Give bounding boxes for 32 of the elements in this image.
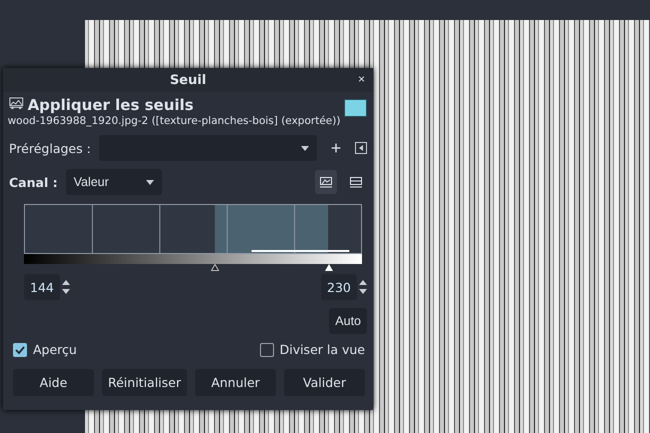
- checkbox-label: Diviser la vue: [280, 342, 365, 357]
- checkbox-label: Aperçu: [33, 342, 77, 357]
- auto-button[interactable]: Auto: [329, 308, 367, 334]
- window-title: Seuil: [170, 72, 206, 88]
- checkbox[interactable]: [260, 342, 274, 356]
- menu-icon[interactable]: [355, 142, 367, 154]
- color-swatch: [344, 99, 367, 117]
- add-preset-button[interactable]: +: [325, 136, 347, 160]
- increment-icon[interactable]: [62, 280, 70, 285]
- dialog-button[interactable]: Aide: [13, 369, 94, 396]
- dialog-button[interactable]: Valider: [284, 369, 365, 396]
- decrement-icon[interactable]: [359, 289, 367, 294]
- presets-label: Préréglages :: [9, 140, 91, 156]
- checkbox[interactable]: [13, 342, 27, 356]
- high-threshold-field[interactable]: 230: [321, 274, 357, 300]
- channel-dropdown[interactable]: Valeur: [66, 169, 162, 195]
- linear-histogram-icon: [320, 176, 332, 188]
- dialog-button[interactable]: Annuler: [195, 369, 276, 396]
- caret-icon: [146, 180, 154, 184]
- caret-icon: [301, 146, 309, 150]
- low-threshold-field[interactable]: 144: [24, 274, 60, 300]
- channel-label: Canal :: [9, 174, 58, 190]
- dialog-heading: Appliquer les seuils: [28, 96, 195, 114]
- dialog-button[interactable]: Réinitialiser: [102, 369, 187, 396]
- close-button[interactable]: ×: [358, 72, 365, 86]
- log-histogram-icon: [350, 176, 362, 188]
- increment-icon[interactable]: [359, 280, 367, 285]
- histogram-tool-icon: [9, 96, 24, 111]
- histogram-drawing[interactable]: [24, 204, 362, 254]
- decrement-icon[interactable]: [62, 289, 70, 294]
- linear-histogram-button[interactable]: [315, 170, 337, 194]
- image-name: wood-1963988_1920.jpg-2 ([texture-planches-bois] (exportée)): [8, 115, 340, 127]
